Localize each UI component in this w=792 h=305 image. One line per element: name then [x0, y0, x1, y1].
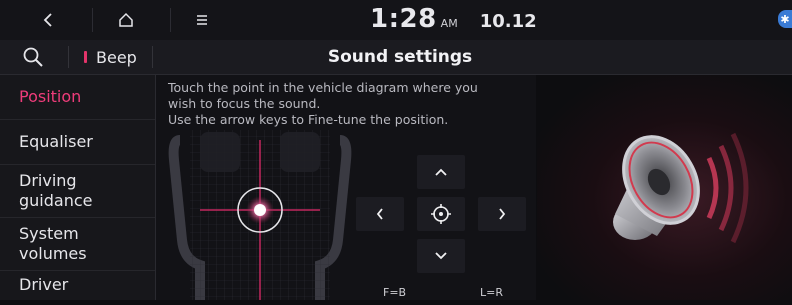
arrow-down-icon — [435, 252, 447, 260]
instruction-text: Touch the point in the vehicle diagram w… — [168, 80, 528, 128]
search-icon — [23, 47, 43, 67]
sidebar-item-label: System volumes — [19, 224, 87, 263]
home-button[interactable] — [106, 0, 146, 40]
sidebar-item-driving-guidance[interactable]: Driving guidance — [0, 165, 155, 218]
header-bar: Beep Sound settings — [0, 40, 792, 75]
sidebar-item-equaliser[interactable]: Equaliser — [0, 120, 155, 165]
arrow-left-icon — [376, 208, 383, 220]
page-title: Sound settings — [327, 47, 473, 67]
focus-target-point — [254, 204, 266, 216]
left-right-balance-label: L=R — [480, 286, 503, 299]
speaker-icon — [613, 132, 749, 244]
vehicle-diagram[interactable] — [160, 120, 360, 300]
home-icon — [119, 12, 133, 27]
move-left-button[interactable] — [356, 197, 404, 231]
search-button[interactable] — [18, 44, 48, 70]
center-button[interactable] — [417, 197, 465, 231]
status-bar: 1:28 AM 10.12 ✱ — [0, 0, 792, 40]
sidebar-item-label: Driving guidance — [19, 171, 93, 210]
front-back-balance-label: F=B — [383, 286, 407, 299]
move-up-button[interactable] — [417, 155, 465, 189]
instruction-line: Touch the point in the vehicle diagram w… — [168, 80, 478, 95]
beep-toggle[interactable]: Beep — [84, 40, 137, 74]
crosshair-center-icon — [431, 204, 451, 224]
chevron-left-icon — [43, 13, 52, 27]
sidebar-item-system-volumes[interactable]: System volumes — [0, 218, 155, 271]
sidebar-item-position[interactable]: Position — [0, 75, 155, 120]
sidebar: Position Equaliser Driving guidance Syst… — [0, 75, 156, 300]
sidebar-item-label: Position — [19, 87, 82, 106]
bluetooth-icon: ✱ — [778, 10, 792, 28]
clock: 1:28 AM 10.12 — [370, 4, 537, 38]
arrow-up-icon — [435, 168, 447, 176]
move-right-button[interactable] — [478, 197, 526, 231]
beep-indicator — [84, 51, 87, 63]
move-down-button[interactable] — [417, 239, 465, 273]
instruction-line: Use the arrow keys to Fine-tune the posi… — [168, 112, 449, 127]
time-text: 1:28 — [370, 4, 437, 34]
instruction-line: wish to focus the sound. — [168, 96, 321, 111]
arrow-right-icon — [499, 208, 506, 220]
back-button[interactable] — [28, 0, 68, 40]
date-text: 10.12 — [479, 11, 537, 32]
ampm-text: AM — [440, 17, 458, 30]
sidebar-item-label: Driver — [19, 275, 69, 294]
menu-button[interactable] — [184, 0, 220, 40]
beep-label: Beep — [96, 47, 137, 67]
hamburger-menu-icon — [197, 15, 207, 25]
sidebar-item-label: Equaliser — [19, 132, 93, 151]
